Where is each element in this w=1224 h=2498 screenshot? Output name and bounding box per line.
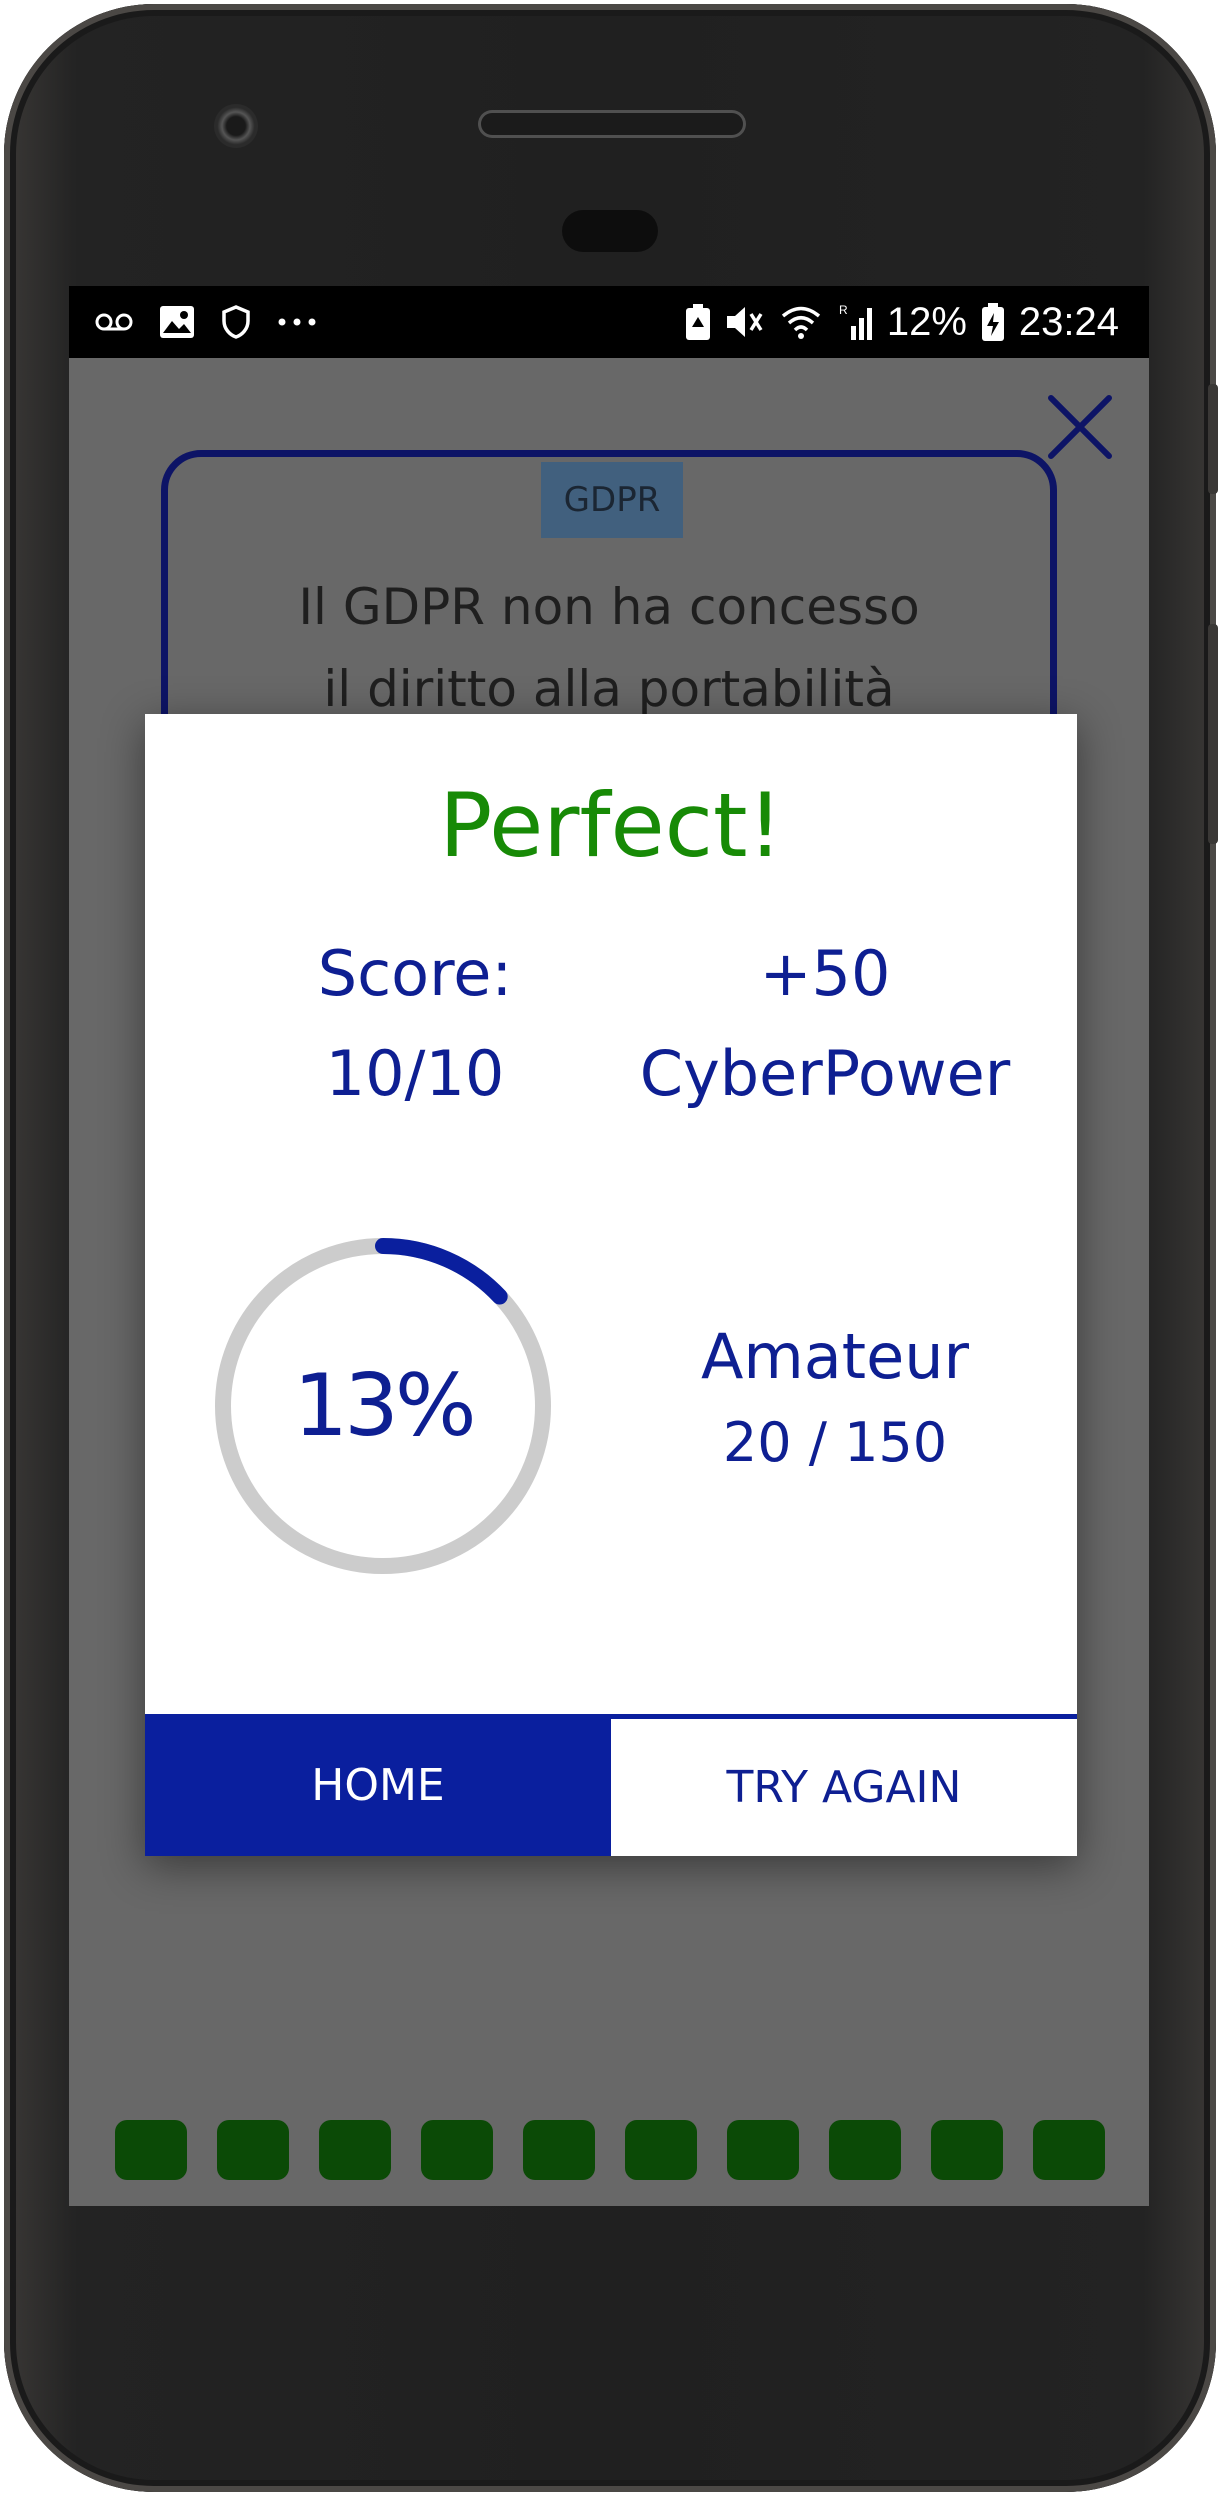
mute-icon (725, 302, 765, 342)
answer-indicator (217, 2120, 289, 2180)
status-bar: R 12% 23:24 (69, 286, 1149, 358)
reward-label: CyberPower (639, 1037, 1011, 1110)
earpiece-speaker (478, 110, 746, 138)
answer-indicator (625, 2120, 697, 2180)
answer-indicator (115, 2120, 187, 2180)
power-button (1208, 624, 1218, 844)
result-title: Perfect! (439, 774, 783, 877)
battery-saver-icon (685, 302, 711, 342)
answer-indicator (523, 2120, 595, 2180)
level-block: Amateur 20 / 150 (665, 1314, 1005, 1486)
proximity-sensor (562, 210, 658, 252)
level-name: Amateur (700, 1320, 970, 1393)
score-value: 10/10 (325, 1037, 505, 1110)
level-points: 20 / 150 (722, 1411, 948, 1474)
score-block: Score: 10/10 (265, 924, 565, 1124)
voicemail-icon (95, 302, 133, 342)
question-text: Il GDPR non ha concesso il diritto alla … (229, 566, 989, 730)
home-button[interactable]: HOME (145, 1714, 611, 1856)
screen: R 12% 23:24 GDPR Il GDPR non ha concesso… (69, 286, 1149, 2206)
answer-indicator (421, 2120, 493, 2180)
image-icon (159, 302, 195, 342)
try-again-button[interactable]: TRY AGAIN (611, 1714, 1077, 1856)
close-icon[interactable] (1045, 392, 1115, 462)
reward-block: +50 CyberPower (625, 924, 1025, 1124)
volume-button (1208, 384, 1218, 494)
score-label: Score: (317, 937, 513, 1010)
more-icon (277, 302, 317, 342)
answer-indicator (1033, 2120, 1105, 2180)
svg-text:R: R (839, 303, 848, 317)
clock: 23:24 (1018, 299, 1119, 344)
answer-indicator (931, 2120, 1003, 2180)
reward-value: +50 (759, 937, 891, 1010)
answer-indicator (727, 2120, 799, 2180)
battery-charging-icon (981, 302, 1005, 342)
shield-icon (221, 302, 251, 342)
answer-indicators (115, 2120, 1105, 2180)
signal-icon: R (837, 302, 873, 342)
topic-tag: GDPR (541, 462, 683, 538)
phone-frame: R 12% 23:24 GDPR Il GDPR non ha concesso… (4, 4, 1218, 2492)
question-line: Il GDPR non ha concesso (298, 578, 920, 636)
progress-percent: 13% (293, 1356, 476, 1456)
wifi-icon (779, 302, 823, 342)
answer-indicator (829, 2120, 901, 2180)
result-dialog: Perfect! Score: 10/10 +50 CyberPower 13%… (145, 714, 1077, 1856)
front-camera (214, 104, 258, 148)
battery-percent: 12% (886, 299, 967, 344)
answer-indicator (319, 2120, 391, 2180)
